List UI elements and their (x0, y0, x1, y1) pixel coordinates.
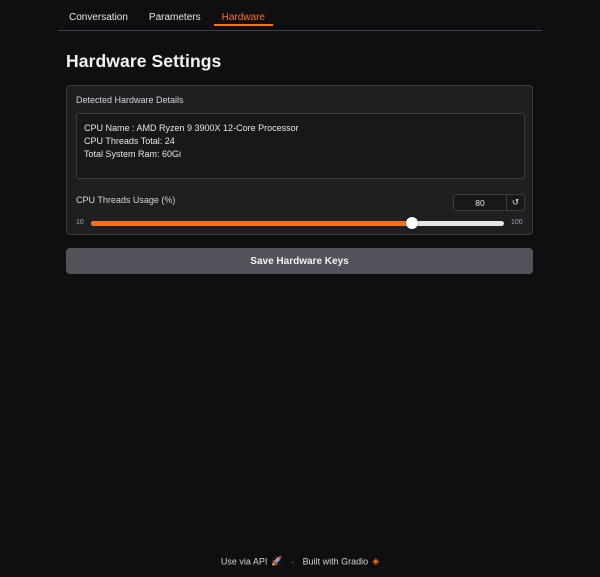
slider-max-label: 100 (511, 219, 523, 226)
slider-min-label: 10 (76, 219, 84, 226)
reset-icon[interactable]: ↺ (507, 195, 524, 210)
gradio-logo-icon: ◈ (372, 556, 380, 567)
save-hardware-keys-button[interactable]: Save Hardware Keys (66, 248, 533, 274)
cpu-threads-input[interactable] (454, 195, 507, 210)
tab-bar: Conversation Parameters Hardware (58, 8, 542, 31)
slider-thumb[interactable] (406, 217, 419, 229)
built-with-gradio-link[interactable]: Built with Gradio ◈ (303, 556, 380, 567)
hardware-panel: Detected Hardware Details CPU Name : AMD… (66, 85, 533, 235)
tab-hardware[interactable]: Hardware (213, 8, 273, 26)
cpu-threads-label: CPU Threads Usage (%) (76, 195, 176, 205)
footer: Use via API 🚀 · Built with Gradio ◈ (0, 556, 600, 567)
details-textbox[interactable]: CPU Name : AMD Ryzen 9 3900X 12-Core Pro… (76, 113, 525, 179)
slider-fill (91, 221, 413, 226)
page-title: Hardware Settings (66, 51, 222, 71)
footer-separator: · (291, 556, 295, 567)
use-via-api-link[interactable]: Use via API 🚀 (221, 556, 283, 567)
details-line-cpu-threads: CPU Threads Total: 24 (84, 136, 175, 146)
details-label: Detected Hardware Details (76, 95, 184, 105)
tab-parameters[interactable]: Parameters (149, 8, 201, 26)
rocket-icon: 🚀 (271, 556, 283, 567)
details-line-ram: Total System Ram: 60Gi (84, 149, 182, 159)
cpu-threads-number-field: ↺ (453, 194, 525, 211)
tab-conversation[interactable]: Conversation (69, 8, 128, 26)
cpu-threads-slider[interactable] (91, 217, 504, 229)
details-line-cpu-name: CPU Name : AMD Ryzen 9 3900X 12-Core Pro… (84, 123, 299, 133)
